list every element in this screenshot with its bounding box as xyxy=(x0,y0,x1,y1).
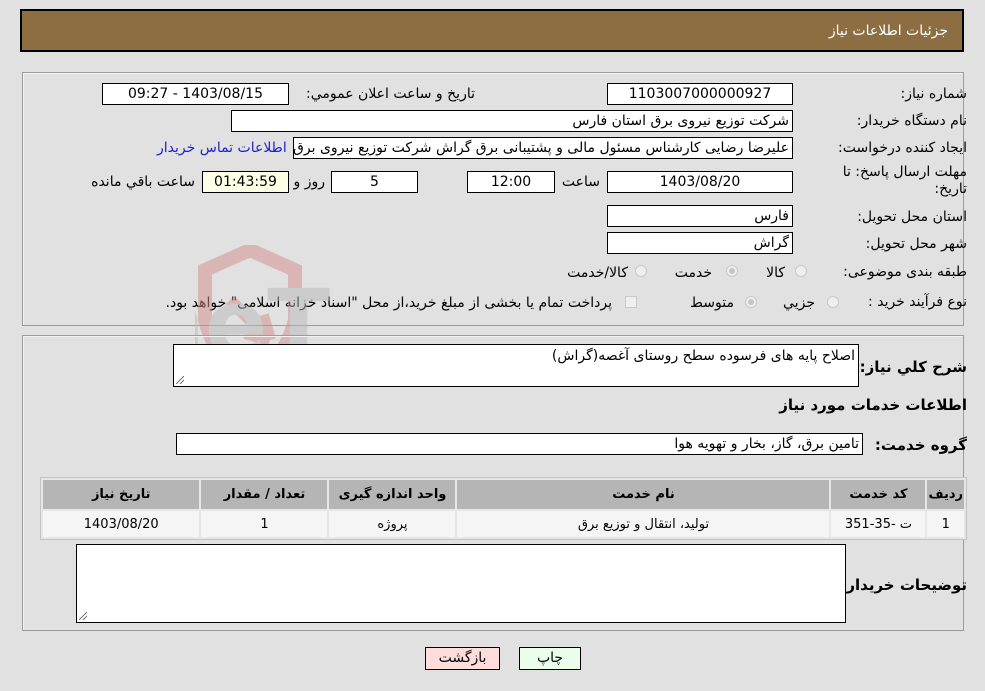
col-quantity: تعداد / مقدار xyxy=(201,480,328,509)
back-button[interactable]: بازگشت xyxy=(425,647,500,670)
days-remaining-field: 5 xyxy=(331,171,418,193)
deadline-label: مهلت ارسال پاسخ: تا تاریخ: xyxy=(842,164,967,197)
category-option-goods-service: کالا/خدمت xyxy=(567,265,628,281)
days-label: روز و xyxy=(293,174,326,190)
buyer-org-field: شرکت توزیع نیروی برق استان فارس xyxy=(231,110,793,132)
requester-field: علیرضا رضایی کارشناس مسئول مالی و پشتیبا… xyxy=(293,137,793,159)
cell-quantity: 1 xyxy=(201,511,328,537)
deadline-date-field: 1403/08/20 xyxy=(607,171,793,193)
buyer-notes-label: توضيحات خريدار: xyxy=(840,576,967,594)
deadline-time-field: 12:00 xyxy=(467,171,555,193)
city-label: شهر محل تحویل: xyxy=(865,236,967,252)
category-radio-goods[interactable] xyxy=(795,265,807,277)
need-number-field: 1103007000000927 xyxy=(607,83,793,105)
services-heading: اطلاعات خدمات مورد نياز xyxy=(779,396,967,414)
description-field[interactable]: اصلاح پایه های فرسوده سطح روستای آغصه(گر… xyxy=(173,344,859,387)
service-group-field: تامین برق، گاز، بخار و تهویه هوا xyxy=(176,433,863,455)
treasury-note: پرداخت تمام یا بخشی از مبلغ خرید،از محل … xyxy=(165,295,612,311)
services-table: رديف كد خدمت نام خدمت واحد اندازه گیری ت… xyxy=(40,477,967,540)
time-remaining-label: ساعت باقي مانده xyxy=(91,174,195,190)
cell-unit: پروژه xyxy=(329,511,456,537)
purchase-radio-minor[interactable] xyxy=(827,296,839,308)
need-number-label: شماره نیاز: xyxy=(900,86,968,102)
description-label: شرح كلي نياز: xyxy=(859,358,967,376)
treasury-checkbox[interactable] xyxy=(625,296,637,308)
category-label: طبقه بندی موضوعی: xyxy=(843,264,967,280)
requester-label: ایجاد کننده درخواست: xyxy=(838,140,967,156)
buyer-notes-field[interactable] xyxy=(76,544,846,623)
deadline-time-label: ساعت xyxy=(561,174,600,190)
category-radio-goods-service[interactable] xyxy=(635,265,647,277)
purchase-radio-medium[interactable] xyxy=(745,296,757,308)
province-label: استان محل تحویل: xyxy=(857,209,967,225)
service-group-label: گروه خدمت: xyxy=(874,436,967,454)
page-title: جزئيات اطلاعات نياز xyxy=(828,23,948,39)
category-option-service: خدمت xyxy=(674,265,712,281)
page-header: جزئيات اطلاعات نياز xyxy=(20,9,964,52)
buyer-org-label: نام دستگاه خریدار: xyxy=(856,113,967,129)
category-radio-service[interactable] xyxy=(726,265,738,277)
purchase-option-medium: متوسط xyxy=(690,295,734,311)
resize-grip-icon[interactable] xyxy=(176,376,184,384)
print-button[interactable]: چاپ xyxy=(519,647,581,670)
category-option-goods: کالا xyxy=(766,265,785,281)
col-row-number: رديف xyxy=(927,480,964,509)
purchase-option-minor: جزيي xyxy=(783,295,815,311)
time-remaining-field: 01:43:59 xyxy=(202,171,289,193)
col-service-name: نام خدمت xyxy=(457,480,830,509)
buyer-contact-link[interactable]: اطلاعات تماس خریدار xyxy=(157,140,287,156)
table-header-row: رديف كد خدمت نام خدمت واحد اندازه گیری ت… xyxy=(43,480,964,509)
col-unit: واحد اندازه گیری xyxy=(329,480,456,509)
col-service-code: كد خدمت xyxy=(831,480,926,509)
province-field: فارس xyxy=(607,205,793,227)
announce-datetime-label: تاريخ و ساعت اعلان عمومي: xyxy=(306,86,475,102)
city-field: گراش xyxy=(607,232,793,254)
table-row: 1 ت -35-351 تولید، انتقال و توزیع برق پر… xyxy=(43,511,964,537)
description-text: اصلاح پایه های فرسوده سطح روستای آغصه(گر… xyxy=(551,348,855,364)
purchase-type-label: نوع فرآیند خرید : xyxy=(868,294,967,310)
cell-service-name: تولید، انتقال و توزیع برق xyxy=(457,511,830,537)
cell-need-date: 1403/08/20 xyxy=(43,511,200,537)
announce-datetime-field: 1403/08/15 - 09:27 xyxy=(102,83,289,105)
cell-service-code: ت -35-351 xyxy=(831,511,926,537)
cell-row-number: 1 xyxy=(927,511,964,537)
resize-grip-icon[interactable] xyxy=(79,612,87,620)
col-need-date: تاريخ نياز xyxy=(43,480,200,509)
